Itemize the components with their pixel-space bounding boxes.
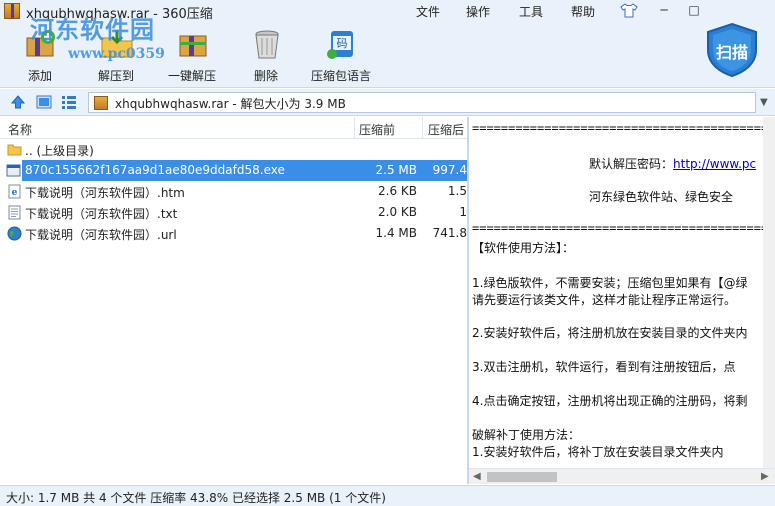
archive-language-label: 压缩包语言 [310, 69, 371, 83]
file-list-header: 名称 压缩前 压缩后 [0, 117, 467, 139]
file-name: 下载说明（河东软件园）.txt [25, 207, 178, 221]
skin-shirt-icon[interactable] [620, 3, 638, 18]
scroll-right-icon[interactable]: ▶ [761, 471, 769, 482]
file-packed-size: 1.5 [447, 184, 467, 198]
menu-help[interactable]: 帮助 [571, 3, 595, 20]
scrollbar-thumb[interactable] [487, 472, 557, 482]
list-item-htm[interactable]: e 下载说明（河东软件园）.htm 2.6 KB 1.5 [0, 181, 467, 202]
list-item-parent-dir[interactable]: .. (上级目录) [0, 139, 467, 160]
scan-label: 扫描 [715, 43, 748, 62]
preview-separator: ========================================… [472, 121, 775, 135]
preview-password-line: 默认解压密码：http://www.pc [589, 155, 756, 172]
folder-icon [7, 144, 22, 156]
scroll-left-icon[interactable]: ◀ [473, 471, 481, 482]
txt-icon [8, 205, 21, 220]
column-divider[interactable] [422, 117, 423, 139]
one-click-extract-label: 一键解压 [167, 69, 216, 83]
file-packed-size: 997.4 [432, 163, 467, 177]
globe-url-icon [7, 226, 22, 241]
file-original-size: 2.0 KB [378, 205, 417, 219]
ie-htm-icon: e [8, 184, 21, 199]
column-header-packed-size[interactable]: 压缩后 [428, 121, 464, 138]
file-name: 下载说明（河东软件园）.url [25, 228, 177, 242]
file-original-size: 1.4 MB [375, 226, 417, 240]
address-text: xhqubhwqhasw.rar - 解包大小为 3.9 MB [115, 97, 346, 111]
preview-line: 2.安装好软件后，将注册机放在安装目录的文件夹内 [472, 326, 748, 340]
column-divider[interactable] [354, 117, 355, 139]
preview-separator: ========================================… [472, 221, 775, 235]
preview-line: 请先要运行该类文件，这样才能让程序正常运行。 [472, 293, 737, 307]
rar-app-icon [4, 3, 20, 19]
preview-line: 破解补丁使用方法： [472, 428, 581, 442]
preview-line: 1.安装好软件后，将补丁放在安装目录文件夹内 [472, 445, 724, 459]
status-bar: 大小: 1.7 MB 共 4 个文件 压缩率 43.8% 已经选择 2.5 MB… [0, 485, 775, 506]
list-view-icon[interactable] [61, 94, 77, 110]
watermark-site-name: 河东软件园 [30, 15, 155, 44]
delete-label: 删除 [253, 69, 278, 83]
delete-button[interactable]: 删除 [234, 22, 298, 86]
list-item-url[interactable]: 下载说明（河东软件园）.url 1.4 MB 741.8 [0, 223, 467, 244]
preview-password-link[interactable]: http://www.pc [673, 157, 756, 171]
file-original-size: 2.5 MB [375, 163, 417, 177]
file-name: 870c155662f167aa9d1ae80e9ddafd58.exe [25, 163, 285, 177]
up-arrow-icon[interactable] [10, 94, 26, 110]
delete-icon [255, 30, 279, 59]
preview-line: 【软件使用方法】： [472, 241, 575, 255]
horizontal-scrollbar[interactable]: ◀ ▶ [469, 468, 775, 484]
preview-pane: ========================================… [469, 117, 775, 484]
file-original-size: 2.6 KB [378, 184, 417, 198]
one-click-extract-icon [179, 35, 207, 57]
file-name: 下载说明（河东软件园）.htm [25, 186, 185, 200]
address-field[interactable]: xhqubhwqhasw.rar - 解包大小为 3.9 MB [88, 92, 756, 113]
list-item-exe[interactable]: 870c155662f167aa9d1ae80e9ddafd58.exe 2.5… [6, 160, 467, 181]
file-list: 名称 压缩前 压缩后 .. (上级目录) 870c155662f167aa9d1… [0, 117, 467, 484]
maximize-button[interactable]: □ [683, 1, 705, 19]
column-header-original-size[interactable]: 压缩前 [359, 121, 395, 138]
file-packed-size: 741.8 [432, 226, 467, 240]
scan-button[interactable]: 扫描 [704, 22, 760, 78]
add-label: 添加 [27, 69, 52, 83]
address-bar: xhqubhwqhasw.rar - 解包大小为 3.9 MB ▼ [0, 89, 775, 116]
svg-text:e: e [12, 188, 18, 198]
svg-text:码: 码 [337, 37, 348, 50]
archive-language-icon: 码 [327, 31, 353, 59]
archive-language-button[interactable]: 码 压缩包语言 [308, 22, 374, 86]
minimize-button[interactable]: ─ [653, 1, 675, 19]
status-text: 大小: 1.7 MB 共 4 个文件 压缩率 43.8% 已经选择 2.5 MB… [6, 491, 386, 505]
menu-tools[interactable]: 工具 [519, 3, 543, 20]
thumbnail-view-icon[interactable] [36, 94, 52, 110]
list-item-txt[interactable]: 下载说明（河东软件园）.txt 2.0 KB 1 [0, 202, 467, 223]
rar-file-icon [94, 96, 108, 110]
preview-line: 4.点击确定按钮，注册机将出现正确的注册码，将剩 [472, 394, 748, 408]
preview-site-line: 河东绿色软件站、绿色安全 [589, 190, 734, 204]
menu-file[interactable]: 文件 [416, 3, 440, 20]
column-header-name[interactable]: 名称 [8, 121, 32, 138]
file-packed-size: 1 [459, 205, 467, 219]
exe-icon [6, 164, 21, 177]
menu-operation[interactable]: 操作 [466, 3, 490, 20]
file-name: .. (上级目录) [25, 144, 94, 158]
chevron-down-icon[interactable]: ▼ [760, 97, 770, 108]
preview-line: 1.绿色版软件，不需要安装；压缩包里如果有【@绿 [472, 276, 748, 290]
preview-password-label: 默认解压密码： [589, 157, 674, 171]
preview-line: 3.双击注册机，软件运行，看到有注册按钮后，点 [472, 360, 736, 374]
extract-to-label: 解压到 [97, 69, 134, 83]
watermark-url: www.pc0359 [68, 46, 165, 62]
vertical-scrollbar[interactable] [763, 117, 775, 472]
one-click-extract-button[interactable]: 一键解压 [160, 22, 224, 86]
